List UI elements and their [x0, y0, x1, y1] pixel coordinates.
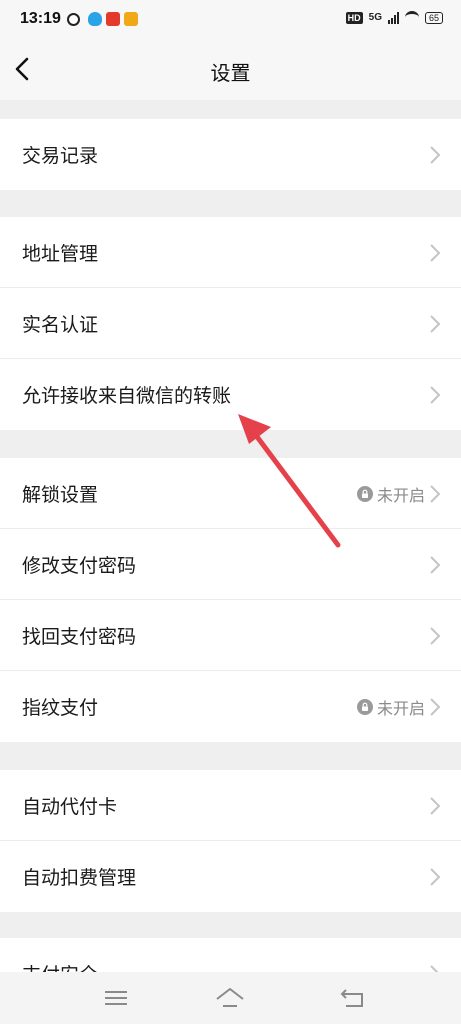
- status-badge: 未开启: [356, 695, 425, 719]
- status-text: 未开启: [376, 486, 425, 505]
- row-allow-wechat-transfers[interactable]: 允许接收来自微信的转账: [0, 359, 461, 430]
- status-time: 13:19: [20, 10, 61, 27]
- row-label: 指纹支付: [22, 697, 99, 719]
- search-notification-icon: [67, 13, 80, 26]
- network-label: 5G: [368, 12, 382, 23]
- row-label: 交易记录: [22, 145, 99, 167]
- qq-notification-icon: [88, 12, 102, 26]
- chevron-right-icon: [429, 385, 441, 405]
- home-icon[interactable]: [215, 984, 245, 1012]
- row-label: 地址管理: [22, 243, 99, 265]
- title-bar: 设置: [0, 40, 461, 100]
- row-address-management[interactable]: 地址管理: [0, 217, 461, 288]
- settings-group-2: 地址管理 实名认证 允许接收来自微信的转账: [0, 217, 461, 430]
- status-indicators: HD 5G 65: [345, 11, 443, 24]
- status-text: 未开启: [376, 699, 425, 718]
- chevron-right-icon: [429, 796, 441, 816]
- settings-group-1: 交易记录: [0, 119, 461, 190]
- row-label: 解锁设置: [22, 484, 99, 506]
- chevron-right-icon: [429, 145, 441, 165]
- row-transaction-records[interactable]: 交易记录: [0, 119, 461, 190]
- row-fingerprint-payment[interactable]: 指纹支付 未开启: [0, 671, 461, 742]
- chevron-right-icon: [429, 314, 441, 334]
- row-label: 自动扣费管理: [22, 867, 137, 889]
- row-label: 找回支付密码: [22, 626, 137, 648]
- wifi-icon: [404, 11, 419, 24]
- chevron-right-icon: [429, 484, 441, 504]
- page-title: 设置: [210, 61, 251, 85]
- settings-group-3: 解锁设置 未开启 修改支付密码 找回支付密码 指纹支付 未开启: [0, 458, 461, 742]
- back-icon[interactable]: [338, 984, 368, 1012]
- row-label: 修改支付密码: [22, 555, 137, 577]
- chevron-right-icon: [429, 555, 441, 575]
- status-bar: 13:19 HD 5G 65: [0, 0, 461, 40]
- chevron-right-icon: [429, 867, 441, 887]
- menu-icon[interactable]: [101, 984, 131, 1012]
- weibo-notification-icon: [124, 12, 138, 26]
- chevron-right-icon: [429, 626, 441, 646]
- hd-badge: HD: [345, 11, 363, 24]
- row-auto-pay-card[interactable]: 自动代付卡: [0, 770, 461, 841]
- lock-icon: [356, 699, 373, 715]
- system-nav-bar: [0, 972, 461, 1024]
- battery-indicator: 65: [424, 11, 443, 24]
- row-auto-deduction-management[interactable]: 自动扣费管理: [0, 841, 461, 912]
- row-label: 实名认证: [22, 314, 99, 336]
- lock-icon: [356, 486, 373, 502]
- settings-group-4: 自动代付卡 自动扣费管理: [0, 770, 461, 912]
- chevron-right-icon: [429, 243, 441, 263]
- row-change-payment-password[interactable]: 修改支付密码: [0, 529, 461, 600]
- row-real-name-verification[interactable]: 实名认证: [0, 288, 461, 359]
- app-notification-icon: [106, 12, 120, 26]
- chevron-right-icon: [429, 697, 441, 717]
- row-label: 自动代付卡: [22, 796, 118, 818]
- row-recover-payment-password[interactable]: 找回支付密码: [0, 600, 461, 671]
- row-label: 允许接收来自微信的转账: [22, 385, 232, 407]
- row-unlock-settings[interactable]: 解锁设置 未开启: [0, 458, 461, 529]
- status-badge: 未开启: [356, 482, 425, 506]
- signal-icon: [387, 11, 399, 24]
